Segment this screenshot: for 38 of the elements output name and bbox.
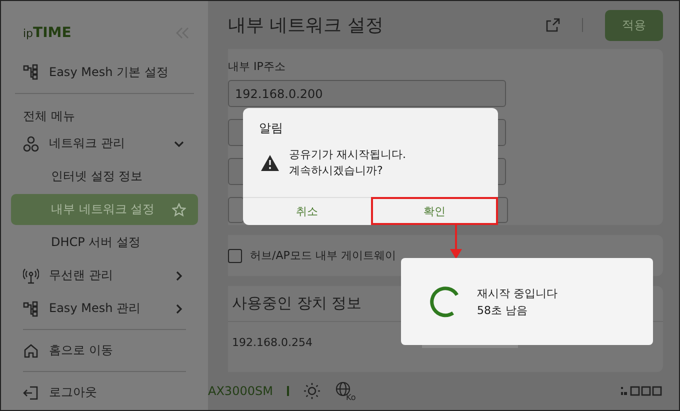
ip-address-field[interactable]: 192.168.0.200: [228, 80, 506, 107]
section-heading: 전체 메뉴: [22, 108, 76, 125]
menu-item[interactable]: Easy Mesh 기본 설정: [11, 59, 198, 85]
logo: ipTIME: [23, 25, 72, 41]
logout-link[interactable]: 로그아웃: [11, 376, 198, 409]
checkbox-label: 허브/AP모드 내부 게이트웨이: [250, 248, 396, 263]
brightness-icon[interactable]: [302, 382, 321, 400]
dialog-message: 계속하시겠습니까?: [289, 163, 384, 179]
field-label: 내부 IP주소: [228, 59, 286, 74]
logout-icon: [23, 384, 39, 400]
menu-item[interactable]: 무선랜 관리: [11, 259, 198, 292]
submenu-item[interactable]: 내부 네트워크 설정: [11, 194, 198, 225]
grid-view-icon[interactable]: [621, 386, 663, 396]
dialog-button[interactable]: 취소: [243, 198, 370, 225]
network-icon: [23, 136, 39, 152]
dialog-title: 알림: [259, 120, 283, 137]
model-name: AX3000SM: [208, 384, 273, 398]
progress-message: 58초 남음: [477, 302, 528, 318]
dialog-button[interactable]: 확인: [370, 197, 498, 225]
menu-item[interactable]: 네트워크 관리: [11, 127, 198, 160]
warning-icon: [261, 155, 279, 171]
annotation-arrow: [450, 225, 462, 259]
antenna-icon: [23, 268, 39, 284]
home-link[interactable]: 홈으로 이동: [11, 334, 198, 367]
menu-item[interactable]: Easy Mesh 관리: [11, 292, 198, 325]
star-icon: [172, 202, 186, 216]
apply-button[interactable]: 적용: [605, 10, 663, 40]
page-title: 내부 네트워크 설정: [228, 14, 384, 37]
dialog-message: 공유기가 재시작됩니다.: [289, 147, 406, 163]
share-icon[interactable]: [546, 18, 560, 32]
checkbox[interactable]: [228, 248, 242, 262]
home-icon: [23, 342, 39, 358]
loading-spinner-icon: [429, 286, 461, 318]
mesh-icon: [23, 64, 39, 80]
submenu-item[interactable]: DHCP 서버 설정: [11, 227, 198, 258]
device-ip: 192.168.0.254: [232, 336, 312, 349]
submenu-item[interactable]: 인터넷 설정 정보: [11, 161, 198, 192]
mesh-icon: [23, 300, 39, 316]
